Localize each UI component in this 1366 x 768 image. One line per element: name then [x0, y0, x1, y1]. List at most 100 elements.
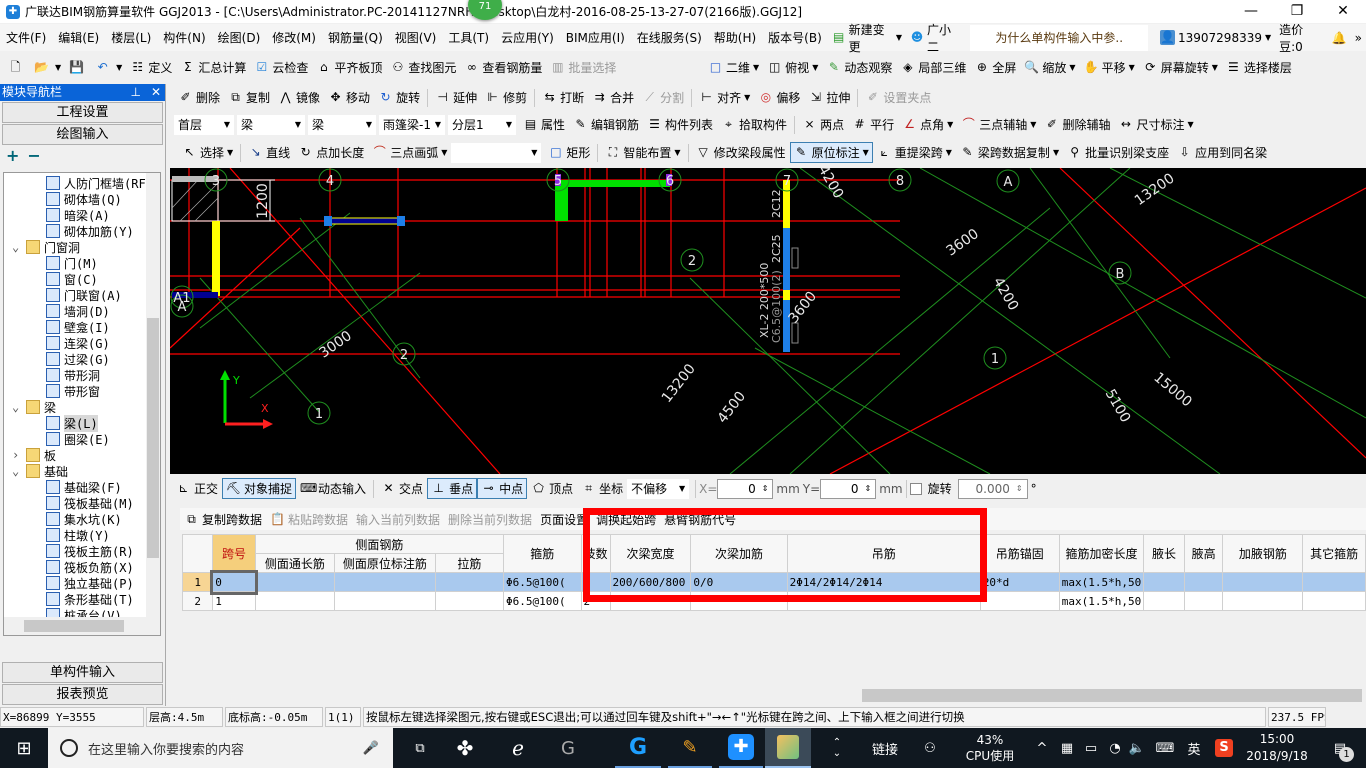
action-button[interactable]: 删除当前列数据: [444, 509, 536, 530]
component-type-select[interactable]: 梁 ▼: [237, 114, 305, 135]
dynamic-input-button[interactable]: ⌨ 动态输入: [296, 478, 370, 499]
column-header[interactable]: 腋高: [1183, 534, 1224, 573]
line-button[interactable]: ↘ 直线: [244, 142, 294, 163]
menu-item[interactable]: 帮助(H): [708, 29, 762, 46]
drawing-canvas[interactable]: 3 4 5 6 7 8 A A1 A 2 2 1 B 1 1200 3000 1…: [169, 163, 1366, 475]
line-style-select[interactable]: ▼: [451, 142, 542, 163]
tree-item[interactable]: 筏板负筋(X): [4, 559, 147, 575]
table-cell[interactable]: [1143, 572, 1185, 592]
question-link[interactable]: 为什么单构件输入中参..: [970, 24, 1148, 51]
tree-folder[interactable]: ⌄ 梁: [4, 399, 147, 415]
notepad-app-icon[interactable]: ✎: [668, 728, 712, 768]
rectangle-button[interactable]: □ 矩形: [544, 142, 594, 163]
batch-select-button[interactable]: ▥ 批量选择: [546, 57, 620, 78]
square-2d-button[interactable]: □ 二维 ▼: [704, 57, 763, 78]
column-header[interactable]: 跨号: [212, 534, 256, 573]
open-folder-button[interactable]: 📂 ▼: [30, 57, 65, 78]
collapse-all-icon[interactable]: −: [27, 146, 40, 168]
expand-all-icon[interactable]: +: [6, 146, 19, 168]
column-header[interactable]: 箍筋: [503, 534, 582, 573]
point-length-button[interactable]: ↻ 点加长度: [294, 142, 368, 163]
layer-select[interactable]: 分层1 ▼: [448, 114, 516, 135]
cloud-check-button[interactable]: ☑ 云检查: [250, 57, 312, 78]
re-span-button[interactable]: ⟀ 重提梁跨 ▼: [873, 142, 956, 163]
tree-folder[interactable]: › 板: [4, 447, 147, 463]
sigma-button[interactable]: Σ 汇总计算: [176, 57, 250, 78]
paste-span-button[interactable]: 📋 粘贴跨数据: [266, 509, 352, 530]
column-header[interactable]: 吊筋锚固: [979, 534, 1060, 573]
in-situ-mark-button[interactable]: ✎ 原位标注 ▼: [789, 142, 873, 163]
save-button[interactable]: 💾: [65, 57, 91, 78]
tray-app-icon[interactable]: ▦: [1056, 728, 1078, 768]
clock[interactable]: 15:00 2018/9/18: [1240, 728, 1314, 768]
task-view-icon[interactable]: ⧉: [400, 728, 440, 768]
single-component-input-button[interactable]: 单构件输入: [2, 662, 163, 683]
orbit-button[interactable]: ✎ 动态观察: [822, 57, 896, 78]
menu-item[interactable]: 构件(N): [157, 29, 211, 46]
pointer-button[interactable]: ↖ 选择 ▼: [178, 142, 237, 163]
menu-item[interactable]: 在线服务(S): [631, 29, 708, 46]
table-cell[interactable]: [1222, 572, 1304, 592]
table-cell[interactable]: [334, 572, 436, 592]
notification-center-icon[interactable]: ▤ 1: [1322, 728, 1358, 768]
table-cell[interactable]: [254, 572, 336, 592]
rotate-button[interactable]: ↻ 旋转: [374, 87, 424, 108]
eraser-button[interactable]: ✐ 删除: [174, 87, 224, 108]
tree-item[interactable]: 墙洞(D): [4, 303, 147, 319]
tree-item[interactable]: 梁(L): [4, 414, 147, 432]
column-header[interactable]: 拉筋: [434, 553, 505, 573]
tree-item[interactable]: 筏板主筋(R): [4, 543, 147, 559]
scrollbar-thumb[interactable]: [24, 620, 124, 632]
keyboard-icon[interactable]: ⌨: [1150, 728, 1180, 768]
merge-button[interactable]: ⇉ 合并: [588, 87, 638, 108]
binoculars-button[interactable]: ⚇ 查找图元: [386, 57, 460, 78]
menu-item[interactable]: 修改(M): [266, 29, 322, 46]
x-input[interactable]: 0 ⇕: [717, 478, 774, 499]
tree-folder[interactable]: ⌄ 门窗洞: [4, 239, 147, 255]
edit-rebar-button[interactable]: ✎ 编辑钢筋: [569, 114, 643, 135]
taskbar-scroll-icon[interactable]: ⌃ ⌄: [830, 728, 844, 768]
offset-select[interactable]: 不偏移 ▼: [627, 478, 690, 499]
tree-item[interactable]: 过梁(G): [4, 351, 147, 367]
undo-button[interactable]: ↶ ▼: [91, 57, 126, 78]
coordinate-button[interactable]: ⌗ 坐标: [577, 478, 627, 499]
action-button[interactable]: 输入当前列数据: [352, 509, 444, 530]
pan-hand-button[interactable]: ✋ 平移 ▼: [1080, 57, 1139, 78]
menu-item[interactable]: 视图(V): [389, 29, 443, 46]
table-cell[interactable]: max(1.5*h,50: [1058, 572, 1145, 592]
y-input[interactable]: 0 ⇕: [820, 478, 877, 499]
offset-button[interactable]: ◎ 偏移: [754, 87, 804, 108]
chevron-down-icon[interactable]: ⌄: [12, 240, 26, 254]
list-button[interactable]: ☰ 构件列表: [643, 114, 717, 135]
align-button[interactable]: ⊢ 对齐 ▼: [695, 87, 754, 108]
stretch-button[interactable]: ⇲ 拉伸: [804, 87, 854, 108]
grip-button[interactable]: ✐ 设置夹点: [861, 87, 935, 108]
tree-item[interactable]: 砌体加筋(Y): [4, 223, 147, 239]
tree-item[interactable]: 门(M): [4, 255, 147, 271]
table-cell[interactable]: [1143, 591, 1185, 611]
table-cell[interactable]: [1302, 572, 1366, 592]
column-header[interactable]: 其它箍筋: [1302, 534, 1366, 573]
menu-item[interactable]: 楼层(L): [105, 29, 157, 46]
table-cell[interactable]: [1183, 591, 1224, 611]
menu-item[interactable]: BIM应用(I): [560, 29, 631, 46]
taskbar-search[interactable]: 在这里输入你要搜索的内容 🎤: [48, 728, 393, 768]
battery-icon[interactable]: ▭: [1080, 728, 1102, 768]
table-cell[interactable]: 20*d: [979, 572, 1060, 592]
copy-button[interactable]: ⧉ 复制: [224, 87, 274, 108]
windows-start-icon[interactable]: ⊞: [0, 728, 48, 768]
point-angle-button[interactable]: ∠ 点角 ▼: [898, 114, 957, 135]
assistant-button[interactable]: ☻ 广小二: [906, 23, 964, 54]
ime-indicator[interactable]: 英: [1182, 728, 1206, 768]
mirror-button[interactable]: ⋀ 镜像: [274, 87, 324, 108]
column-header[interactable]: 侧面原位标注筋: [334, 553, 436, 573]
rotate-checkbox[interactable]: [909, 482, 922, 495]
spinner-icon[interactable]: ⇕: [1016, 484, 1023, 493]
row-number[interactable]: 1: [181, 572, 214, 592]
scrollbar-thumb[interactable]: [147, 318, 159, 558]
identify-support-button[interactable]: ⚲ 批量识别梁支座: [1063, 142, 1173, 163]
vertex-button[interactable]: ⬠ 顶点: [527, 478, 577, 499]
menu-item[interactable]: 工具(T): [442, 29, 495, 46]
move-button[interactable]: ✥ 移动: [324, 87, 374, 108]
trim-button[interactable]: ⊩ 修剪: [481, 87, 531, 108]
